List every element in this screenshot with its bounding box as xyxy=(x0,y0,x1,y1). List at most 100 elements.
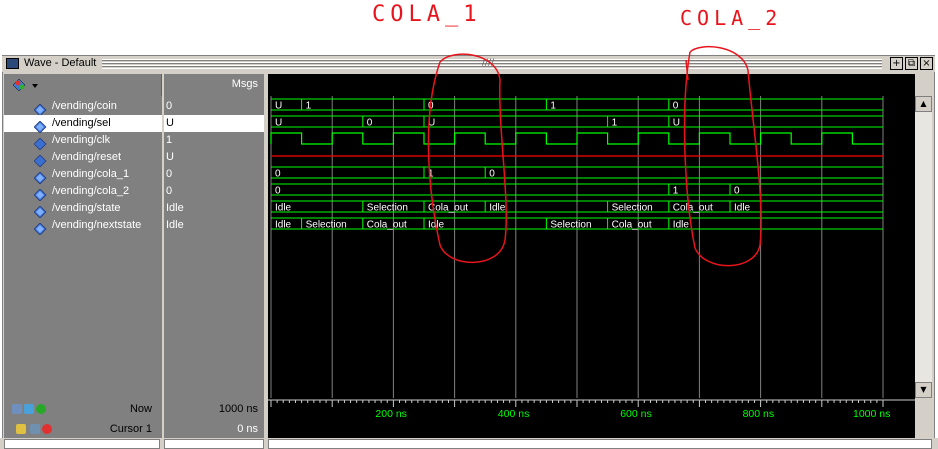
scroll-down-icon[interactable]: ▼ xyxy=(915,382,932,398)
bus-value-label: Cola_out xyxy=(673,203,713,214)
value-row[interactable]: 0 xyxy=(164,98,264,115)
horizontal-scrollbars[interactable] xyxy=(0,438,938,449)
signal-value: 0 xyxy=(166,168,173,180)
bit-signal-icon xyxy=(33,152,47,168)
bus-value-label: Idle xyxy=(489,203,506,214)
zoom-icon[interactable] xyxy=(12,404,22,414)
bus-value-label: 0 xyxy=(734,186,740,197)
close-icon[interactable]: × xyxy=(920,57,933,70)
bus-value-label: Idle xyxy=(275,220,292,231)
cursor-tool-icon[interactable] xyxy=(30,424,40,434)
bus-value-label: 0 xyxy=(275,169,281,180)
time-tick-label: 1000 ns xyxy=(853,408,890,420)
signal-value: 0 xyxy=(166,100,173,112)
signal-value-pane: 0 U 1 U 0 0 Idle Idle xyxy=(164,96,264,398)
bus-value-label: 0 xyxy=(428,101,434,112)
bus-value-label: U xyxy=(275,118,282,129)
cursor-value-cell: 0 ns xyxy=(164,420,264,438)
now-row: Now xyxy=(4,398,162,420)
clk-waveform xyxy=(270,132,883,145)
bus-value-label: 1 xyxy=(673,186,679,197)
bus-value-label: Selection xyxy=(550,220,591,231)
value-row[interactable]: Idle xyxy=(164,217,264,234)
signal-row[interactable]: /vending/sel xyxy=(4,115,162,134)
signal-value: Idle xyxy=(166,202,184,214)
annotation-cola-1: COLA_1 xyxy=(372,2,482,27)
bus-value-label: 1 xyxy=(550,101,556,112)
signal-value: 0 xyxy=(166,185,173,197)
add-icon[interactable]: + xyxy=(890,57,903,70)
lock-icon[interactable] xyxy=(16,424,26,434)
value-pane-hscroll[interactable] xyxy=(164,439,264,449)
bus-value-label: 1 xyxy=(612,118,618,129)
signal-name: /vending/coin xyxy=(52,100,117,112)
bus-signal-icon xyxy=(33,220,47,236)
window-titlebar[interactable]: Wave - Default //// + ⧉ × xyxy=(2,56,935,72)
bus-value-label: U xyxy=(275,101,282,112)
signal-value: U xyxy=(166,117,174,129)
wave-pane-hscroll[interactable] xyxy=(268,439,932,449)
signal-name-pane: /vending/coin/vending/sel/vending/clk/ve… xyxy=(4,96,162,398)
waveform-pane[interactable]: U 1 0 1 0 U 0 U 1 U 0 1 0 0 1 0 Idle Selection Cola_out Idl… xyxy=(268,96,915,398)
drag-grip[interactable]: //// xyxy=(102,58,882,69)
signal-name: /vending/cola_2 xyxy=(52,185,130,197)
signal-row[interactable]: /vending/coin xyxy=(4,98,162,117)
wave-tool-icon[interactable] xyxy=(12,78,42,92)
signal-value: 1 xyxy=(166,134,173,146)
time-tick-label: 400 ns xyxy=(498,408,530,420)
delete-cursor-icon[interactable] xyxy=(42,424,52,434)
bus-signal-icon xyxy=(33,101,47,117)
bus-value-label: Selection xyxy=(306,220,347,231)
signal-name-header xyxy=(4,74,162,96)
time-axis-ruler: 200 ns 400 ns 600 ns 800 ns 1000 ns xyxy=(268,399,915,420)
signal-name: /vending/state xyxy=(52,202,121,214)
value-row[interactable]: Idle xyxy=(164,200,264,217)
value-row[interactable]: U xyxy=(164,115,264,132)
time-tick-label: 800 ns xyxy=(743,408,775,420)
bus-value-label: U xyxy=(428,118,435,129)
now-value: 1000 ns xyxy=(218,403,258,415)
annotation-cola-2: COLA_2 xyxy=(680,6,783,30)
signal-name: /vending/clk xyxy=(52,134,111,146)
signal-row[interactable]: /vending/cola_2 xyxy=(4,183,162,202)
bus-value-label: Selection xyxy=(367,203,408,214)
bus-value-label: 1 xyxy=(428,169,434,180)
signal-row[interactable]: /vending/cola_1 xyxy=(4,166,162,185)
signal-row[interactable]: /vending/clk xyxy=(4,132,162,151)
scroll-up-icon[interactable]: ▲ xyxy=(915,96,932,112)
bus-value-label: Cola_out xyxy=(367,220,407,231)
undock-icon[interactable]: ⧉ xyxy=(905,57,918,70)
bus-value-label: 0 xyxy=(275,186,281,197)
signal-name: /vending/nextstate xyxy=(52,219,142,231)
time-tick-label: 600 ns xyxy=(620,408,652,420)
signal-name: /vending/reset xyxy=(52,151,122,163)
bus-value-label: Cola_out xyxy=(612,220,652,231)
cursor-value: 0 ns xyxy=(237,423,258,435)
time-axis: 200 ns 400 ns 600 ns 800 ns 1000 ns xyxy=(268,398,915,420)
signal-row[interactable]: /vending/nextstate xyxy=(4,217,162,236)
bus-value-label: Cola_out xyxy=(428,203,468,214)
window-title: Wave - Default xyxy=(24,57,97,69)
bus-value-label: 0 xyxy=(489,169,495,180)
name-pane-hscroll[interactable] xyxy=(4,439,160,449)
add-cursor-icon[interactable] xyxy=(36,404,46,414)
screen-icon[interactable] xyxy=(24,404,34,414)
signal-row[interactable]: /vending/state xyxy=(4,200,162,219)
wave-header xyxy=(268,74,915,96)
bit-signal-icon xyxy=(33,135,47,151)
value-row[interactable]: 0 xyxy=(164,166,264,183)
bus-value-label: U xyxy=(673,118,680,129)
signal-value: U xyxy=(166,151,174,163)
signal-row[interactable]: /vending/reset xyxy=(4,149,162,168)
vertical-scrollbar[interactable]: ▲ ▼ xyxy=(915,96,932,398)
bus-value-label: Idle xyxy=(275,203,292,214)
now-value-cell: 1000 ns xyxy=(164,398,264,420)
cursor-area[interactable] xyxy=(268,420,915,438)
value-row[interactable]: 0 xyxy=(164,183,264,200)
value-row[interactable]: U xyxy=(164,149,264,166)
value-column-header: Msgs xyxy=(164,74,264,96)
msgs-label: Msgs xyxy=(231,78,258,90)
value-row[interactable]: 1 xyxy=(164,132,264,149)
now-label: Now xyxy=(129,403,152,415)
waveform-canvas[interactable]: U 1 0 1 0 U 0 U 1 U 0 1 0 0 1 0 Idle Selection Cola_out Idl… xyxy=(268,96,915,398)
